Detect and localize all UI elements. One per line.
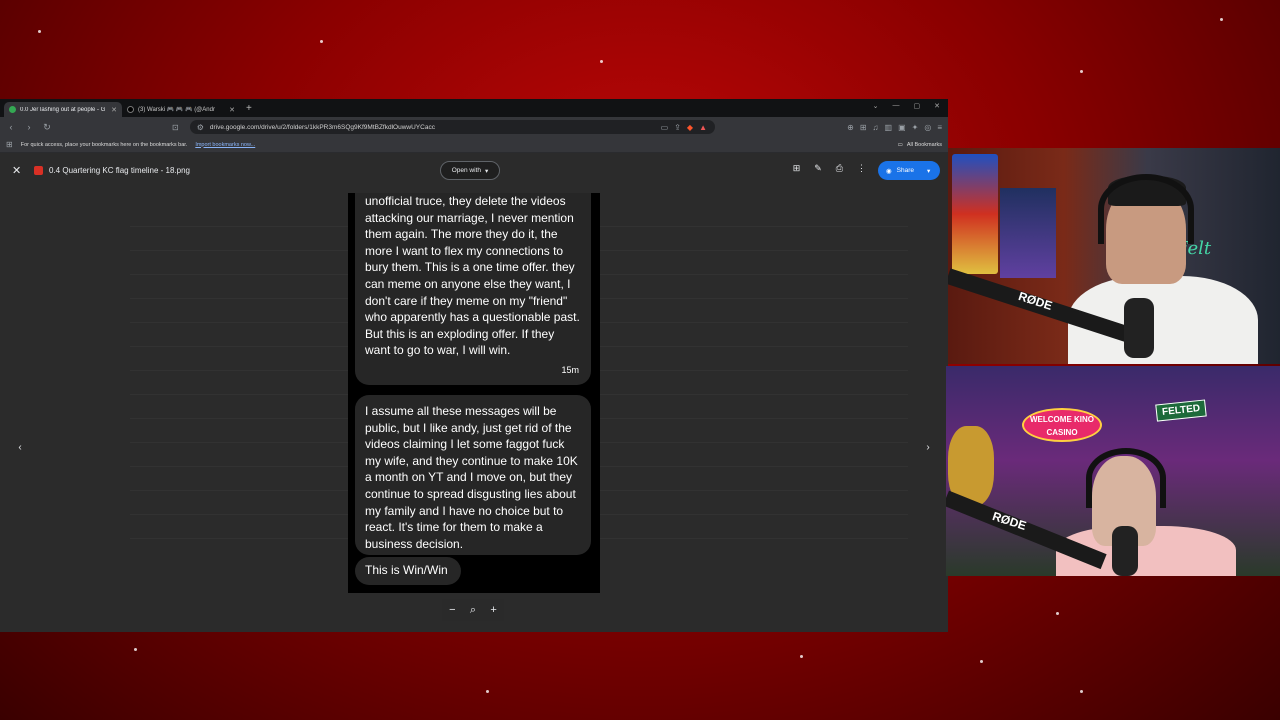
chat-message: unofficial truce, they delete the videos… <box>355 193 591 385</box>
print-icon[interactable]: ⎙ <box>836 163 843 174</box>
new-tab-icon[interactable]: + <box>246 103 252 114</box>
import-bookmarks-link[interactable]: Import bookmarks now... <box>195 142 255 148</box>
globe-icon: ◉ <box>886 167 892 175</box>
url-text: drive.google.com/drive/u/2/folders/1kkPR… <box>209 123 435 131</box>
address-bar: ‹ › ↻ ⊡ ⚙ drive.google.com/drive/u/2/fol… <box>0 117 948 137</box>
open-with-button[interactable]: Open with ▾ <box>440 161 500 180</box>
zoom-out-icon[interactable]: − <box>449 604 455 616</box>
zoom-controls: − ⌕ + <box>442 599 504 621</box>
all-bookmarks-button[interactable]: ▭ All Bookmarks <box>898 142 942 148</box>
url-input[interactable]: ⊡ ⚙ drive.google.com/drive/u/2/folders/1… <box>172 120 715 134</box>
chat-screenshot: unofficial truce, they delete the videos… <box>348 193 600 593</box>
tab-title: 0.0 Jer lashing out at people - G <box>20 106 106 113</box>
chat-message: This is Win/Win <box>355 557 461 585</box>
headphones-icon <box>1098 174 1194 244</box>
arcade-machine <box>1000 188 1056 278</box>
message-text: unofficial truce, they delete the videos… <box>365 194 580 358</box>
close-icon[interactable]: ✕ <box>111 106 117 114</box>
tab-drive[interactable]: 0.0 Jer lashing out at people - G ✕ <box>4 102 122 117</box>
viewer-actions: ⊞ ✎ ⎙ ⋮ <box>793 163 866 174</box>
music-icon[interactable]: ♫ <box>873 123 879 132</box>
message-text: I assume all these messages will be publ… <box>365 404 578 551</box>
share-label: Share <box>896 167 915 174</box>
profile-icon[interactable]: ◎ <box>924 123 931 132</box>
window-controls: ⌄ — ▢ ✕ <box>873 102 940 110</box>
more-options-icon[interactable]: ⋮ <box>857 163 866 174</box>
drive-file-viewer: ✕ 0.4 Quartering KC flag timeline - 18.p… <box>0 153 948 632</box>
sidebar-icon[interactable]: ▥ <box>885 123 893 132</box>
x-favicon-icon <box>127 106 134 113</box>
zoom-in-icon[interactable]: + <box>490 604 496 616</box>
bookmark-icon[interactable]: ⊡ <box>172 123 179 132</box>
chevron-down-icon: ▾ <box>927 167 931 175</box>
extension-icon[interactable]: ⊞ <box>860 123 867 132</box>
mic-arm <box>946 490 1107 570</box>
microphone-icon <box>1112 526 1138 576</box>
wallet-icon[interactable]: ▣ <box>898 123 906 132</box>
site-info-icon[interactable]: ⚙ <box>197 123 204 132</box>
webcam-bottom: WELCOME KINO CASINO FELTED RØDE <box>946 366 1280 576</box>
close-icon[interactable]: ✕ <box>229 106 235 114</box>
share-button[interactable]: ◉ Share ▾ <box>878 161 940 180</box>
minimize-icon[interactable]: — <box>893 102 900 110</box>
extensions: ⊕ ⊞ ♫ ▥ ▣ ✦ ◎ ≡ <box>847 123 942 132</box>
share-page-icon[interactable]: ⇪ <box>674 123 681 132</box>
casino-sign: WELCOME KINO CASINO <box>1022 408 1102 442</box>
close-viewer-icon[interactable]: ✕ <box>12 164 28 177</box>
folder-icon: ▭ <box>897 141 903 148</box>
tab-title: (3) Warski 🎮 🎮 🎮 (@Andr <box>138 107 215 113</box>
chevron-down-icon: ▾ <box>485 167 489 175</box>
message-text: This is Win/Win <box>365 563 448 577</box>
reload-icon[interactable]: ↻ <box>42 122 52 133</box>
open-with-label: Open with <box>451 167 481 174</box>
all-bookmarks-label: All Bookmarks <box>906 141 942 148</box>
message-time: 15m <box>561 365 579 376</box>
apps-grid-icon[interactable]: ⊞ <box>6 140 13 149</box>
brave-shield-icon[interactable]: ◆ <box>687 123 693 132</box>
drive-favicon-icon <box>9 106 16 113</box>
drive-sidebar-dimmed <box>16 203 116 245</box>
file-name: 0.4 Quartering KC flag timeline - 18.png <box>49 165 190 175</box>
chat-message: I assume all these messages will be publ… <box>355 395 591 555</box>
close-window-icon[interactable]: ✕ <box>934 102 940 110</box>
menu-icon[interactable]: ≡ <box>937 123 942 132</box>
back-icon[interactable]: ‹ <box>6 122 16 132</box>
tab-x[interactable]: (3) Warski 🎮 🎮 🎮 (@Andr ✕ <box>122 102 240 117</box>
forward-icon[interactable]: › <box>24 122 34 132</box>
next-file-icon[interactable]: › <box>920 439 936 455</box>
image-file-icon <box>34 165 43 175</box>
bookmarks-bar: ⊞ For quick access, place your bookmarks… <box>0 137 948 153</box>
add-to-folder-icon[interactable]: ⊞ <box>793 163 801 174</box>
brave-rewards-icon[interactable]: ▲ <box>699 123 707 132</box>
puzzle-icon[interactable]: ✦ <box>912 123 919 132</box>
cast-icon[interactable]: ▭ <box>661 123 669 132</box>
chevron-down-icon[interactable]: ⌄ <box>873 102 879 110</box>
magnifier-icon[interactable]: ⌕ <box>470 604 476 617</box>
microphone-icon <box>1124 298 1154 358</box>
add-comment-icon[interactable]: ✎ <box>814 163 822 174</box>
arcade-machine <box>952 154 998 274</box>
felted-sign: FELTED <box>1155 399 1207 422</box>
browser-window: 0.0 Jer lashing out at people - G ✕ (3) … <box>0 99 948 632</box>
headphones-icon <box>1086 448 1166 508</box>
maximize-icon[interactable]: ▢ <box>914 102 921 110</box>
webcam-top: Felt RØDE <box>948 148 1280 364</box>
previous-file-icon[interactable]: ‹ <box>12 439 28 455</box>
bookmarks-hint: For quick access, place your bookmarks h… <box>20 141 188 148</box>
tab-bar: 0.0 Jer lashing out at people - G ✕ (3) … <box>0 99 948 117</box>
extension-icon[interactable]: ⊕ <box>847 123 854 132</box>
